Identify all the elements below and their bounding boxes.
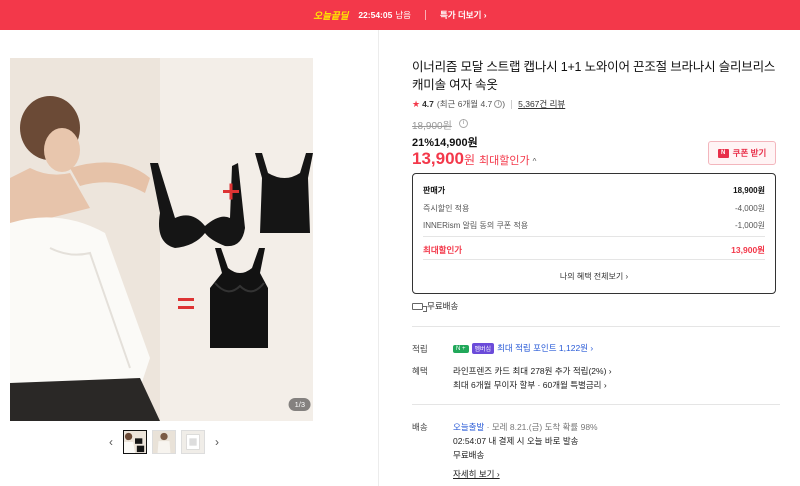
rating-meta-end: ) [502,99,506,109]
arrival-estimate: · 모레 8.21.(금) 도착 확률 98% [486,422,598,432]
section-divider [412,326,780,327]
star-icon: ★ [412,98,421,109]
delivery-line-3: 무료배송 [453,450,485,460]
total-label: 최대할인가 [423,245,463,255]
delivery-line-1: 오늘출발 · 모레 8.21.(금) 도착 확률 98% [453,421,598,433]
delivery-detail-link[interactable]: 자세히 보기 › [453,468,500,480]
price-row-total: 최대할인가 13,900원 [423,244,765,256]
more-deals-link[interactable]: 특가 더보기 › [440,9,487,21]
benefit-card-link[interactable]: 라인프렌즈 카드 최대 278원 추가 적립(2%) › [453,365,612,377]
today-ship-label: 오늘출발 [453,422,485,432]
thumbnail-2[interactable] [152,430,176,454]
column-divider [378,30,379,486]
thumbnail-3[interactable] [181,430,205,454]
price-row-label: 판매가 [423,186,446,195]
free-shipping-label: 무료배송 [427,301,459,311]
section-divider [412,404,780,405]
delivery-line-2: 02:54:07 내 결제 시 오늘 바로 발송 [453,436,579,446]
price-row-instant: 즉시할인 적용 -4,000원 [423,203,765,214]
rating-meta: (최근 6개월 4.7 [436,99,493,109]
price-info-icon[interactable]: i [459,119,468,128]
coupon-icon: N [717,148,729,158]
deal-timer-suffix: 남음 [395,10,411,20]
rating-divider [511,99,513,109]
price-breakdown: 판매가 18,900원 즉시할인 적용 -4,000원 INNERism 알림 … [412,173,776,294]
price-row-value: -1,000원 [734,221,765,230]
image-counter: 1/3 [288,398,311,411]
points-label: 적립 [412,344,428,354]
gallery-prev-arrow-icon[interactable]: ‹ [104,430,118,454]
rating-score: 4.7 [422,99,434,109]
free-shipping-row: 무료배송 [412,300,458,312]
product-info: 이너리즘 모달 스트랩 캡나시 1+1 노와이어 끈조절 브라나시 슬리브리스 … [412,58,780,110]
deal-banner[interactable]: 오늘끝딜 22:54:05 남음 특가 더보기 › [0,0,800,30]
gallery-next-arrow-icon[interactable]: › [210,430,224,454]
thumbnail-1[interactable] [123,430,147,454]
divider [423,259,765,260]
delivery-label: 배송 [412,422,428,432]
original-price: 18,900원 [412,121,452,132]
coupon-button-label: 쿠폰 받기 [732,148,767,158]
benefits-label: 혜택 [412,366,428,376]
membership-badge: 멤버십 [471,343,495,355]
price-row-label: INNERism 알림 동의 쿠폰 적용 [423,221,529,230]
price-row-label: 즉시할인 적용 [423,204,470,213]
benefit-installment-link[interactable]: 최대 6개월 무이자 할부 · 60개월 특별금리 › [453,379,607,391]
info-icon[interactable]: i [494,100,503,108]
max-discount-price[interactable]: 13,900 원 최대할인가 ^ [412,149,536,169]
max-price-label: 최대할인가 [479,155,530,167]
total-value: 13,900원 [731,245,765,255]
rating-row: ★ 4.7 (최근 6개월 4.7 i ) 5,367건 리뷰 [412,98,780,110]
naver-plus-badge-icon: N + [453,344,469,353]
deal-brand-logo: 오늘끝딜 [313,11,349,22]
max-price-currency: 원 [464,153,476,167]
price-row-sale: 판매가 18,900원 [423,185,765,196]
coupon-button[interactable]: N 쿠폰 받기 [708,141,776,165]
deal-timer: 22:54:05 [358,10,393,20]
divider [423,236,765,237]
discounted-price: 21%14,900원 [412,137,478,149]
price-row-value: -4,000원 [734,204,765,213]
price-row-coupon: INNERism 알림 동의 쿠폰 적용 -1,000원 [423,220,765,231]
reviews-link[interactable]: 5,367건 리뷰 [518,98,565,110]
thumbnail-strip: ‹ › [104,430,224,454]
max-price-number: 13,900 [412,149,464,168]
price-row-value: 18,900원 [733,186,765,195]
banner-divider [424,10,426,20]
points-text: 최대 적립 포인트 1,122원 › [497,343,594,353]
my-benefits-link[interactable]: 나의 혜택 전체보기 › [413,271,775,282]
product-main-image[interactable] [10,58,313,421]
points-row[interactable]: N + 멤버십 최대 적립 포인트 1,122원 › [453,342,594,355]
truck-icon [412,302,427,312]
product-title: 이너리즘 모달 스트랩 캡나시 1+1 노와이어 끈조절 브라나시 슬리브리스 … [412,60,776,92]
chevron-up-icon[interactable]: ^ [533,157,537,166]
